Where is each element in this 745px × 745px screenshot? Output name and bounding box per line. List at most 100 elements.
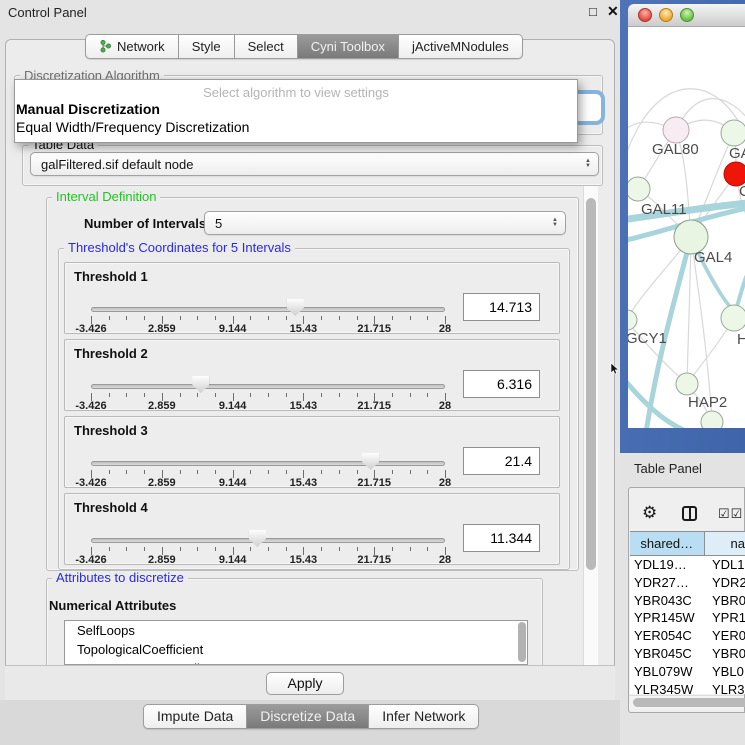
tab-discretize-data[interactable]: Discretize Data [247,704,369,729]
table-cell[interactable]: YLR3 [708,681,745,694]
table-row[interactable]: YBR045CYBR0 [630,645,745,663]
table-cell[interactable]: YBL0 [708,663,745,681]
threshold-slider-thumb[interactable] [362,453,379,470]
table-row[interactable]: YBL079WYBL0 [630,663,745,681]
table-row[interactable]: YER054CYER0 [630,627,745,645]
table-row[interactable]: YDR27…YDR2 [630,574,745,592]
tab-impute-data[interactable]: Impute Data [143,704,247,729]
table-cell[interactable]: YDR27… [630,574,708,592]
threshold-slider-track[interactable] [91,538,445,543]
table-row[interactable]: YPR145WYPR1 [630,609,745,627]
tick-mark [427,547,428,551]
network-node-gal11[interactable] [628,177,650,201]
table-cell[interactable]: YPR1 [708,609,745,627]
settings-scrollbar[interactable] [583,186,598,665]
table-data-combo[interactable]: galFiltered.sif default node ▲▼ [30,152,599,176]
zoom-traffic-light[interactable] [680,8,694,22]
close-traffic-light[interactable] [638,8,652,22]
num-intervals-combo[interactable]: 5 ▲▼ [204,211,566,235]
checkbox-columns-icon[interactable]: ☑☑ [718,506,743,522]
attribute-list-item[interactable]: SelfLoops [65,621,527,640]
network-node[interactable] [701,411,723,428]
network-node-gal80[interactable] [663,117,689,143]
tick-mark [357,393,358,397]
table-cell[interactable]: YBR0 [708,645,745,663]
network-node-hap2[interactable] [676,373,698,395]
algorithm-option-manual[interactable]: Manual Discretization [15,100,577,118]
threshold-value-field[interactable]: 6.316 [463,370,540,398]
table-cell[interactable]: YBR045C [630,645,708,663]
tab-jactivemnodules[interactable]: jActiveMNodules [399,34,523,59]
network-node-ga[interactable] [721,120,745,146]
threshold-slider-track[interactable] [91,461,445,466]
tick-mark [250,470,251,474]
tick-label: 21.715 [357,400,391,412]
scrollbar-thumb[interactable] [586,198,596,570]
minimize-traffic-light[interactable] [659,8,673,22]
gear-icon[interactable]: ⚙ [642,503,657,523]
table-row[interactable]: YDL19…YDL1 [630,556,745,574]
table-row[interactable]: YLR345WYLR3 [630,681,745,694]
node-table[interactable]: shared… na YDL19…YDL1YDR27…YDR2YBR043CYB… [630,531,745,694]
split-columns-icon[interactable] [682,506,697,521]
tick-mark [250,393,251,397]
threshold-value-field[interactable]: 21.4 [463,447,540,475]
tick-label: 9.144 [219,323,247,335]
numerical-attributes-list[interactable]: SelfLoopsTopologicalCoefficientBetweenne… [64,620,528,665]
apply-button[interactable]: Apply [266,672,344,695]
tick-mark [126,547,127,551]
threshold-tick-labels: -3.4262.8599.14415.4321.71528 [91,400,445,412]
attribute-list-item[interactable]: TopologicalCoefficient [65,640,527,659]
network-window-titlebar[interactable] [628,4,745,27]
column-header-shared[interactable]: shared… [630,532,705,555]
tick-mark [109,470,110,474]
tab-select[interactable]: Select [235,34,298,59]
table-cell[interactable]: YLR345W [630,681,708,694]
table-cell[interactable]: YER054C [630,627,708,645]
tab-style[interactable]: Style [179,34,235,59]
table-cell[interactable]: YDL19… [630,556,708,574]
column-header-name[interactable]: na [705,532,745,555]
network-node-gcy1[interactable] [628,310,637,330]
tab-infer-network[interactable]: Infer Network [369,704,479,729]
threshold-box: Threshold 4 -3.4262.8599.14415.4321.7152… [64,493,560,565]
table-horizontal-scrollbar[interactable] [629,695,744,709]
table-cell[interactable]: YDL1 [708,556,745,574]
numerical-attributes-label: Numerical Attributes [49,598,176,613]
threshold-slider-track[interactable] [91,384,445,389]
threshold-value-field[interactable]: 14.713 [463,293,540,321]
attributes-list-scrollbar[interactable] [517,621,527,664]
tab-network[interactable]: Network [85,34,179,59]
bottom-tab-bar: Impute DataDiscretize DataInfer Network [143,704,479,729]
network-node-h[interactable] [721,305,745,331]
threshold-box: Threshold 2 -3.4262.8599.14415.4321.7152… [64,339,560,411]
float-window-icon[interactable]: □ [589,4,597,19]
table-cell[interactable]: YPR145W [630,609,708,627]
threshold-slider-thumb[interactable] [287,299,304,316]
tab-label: Cyni Toolbox [311,35,385,58]
tick-mark [392,316,393,320]
table-cell[interactable]: YBR0 [708,592,745,610]
table-row[interactable]: YBR043CYBR0 [630,592,745,610]
network-icon [99,40,112,53]
threshold-value-field[interactable]: 11.344 [463,524,540,552]
table-cell[interactable]: YBR043C [630,592,708,610]
tick-mark [427,393,428,397]
table-cell[interactable]: YER0 [708,627,745,645]
tab-cyni-toolbox[interactable]: Cyni Toolbox [298,34,399,59]
close-icon[interactable]: ✕ [607,3,619,20]
network-view-canvas[interactable]: GAL80GACGAL11GAL4GCY1HHAP2 [628,27,745,428]
tick-label: 2.859 [148,323,176,335]
table-cell[interactable]: YBL079W [630,663,708,681]
algorithm-dropdown-popup: Select algorithm to view settings Manual… [14,79,578,143]
tick-mark [339,393,340,397]
threshold-slider-thumb[interactable] [192,376,209,393]
scrollbar-thumb[interactable] [633,698,745,707]
threshold-label: Threshold 1 [74,269,148,284]
threshold-slider-track[interactable] [91,307,445,312]
tick-mark [215,470,216,474]
threshold-slider-thumb[interactable] [249,530,266,547]
scrollbar-thumb[interactable] [518,622,526,662]
table-cell[interactable]: YDR2 [708,574,745,592]
algorithm-option-equal-width[interactable]: Equal Width/Frequency Discretization [15,118,577,136]
